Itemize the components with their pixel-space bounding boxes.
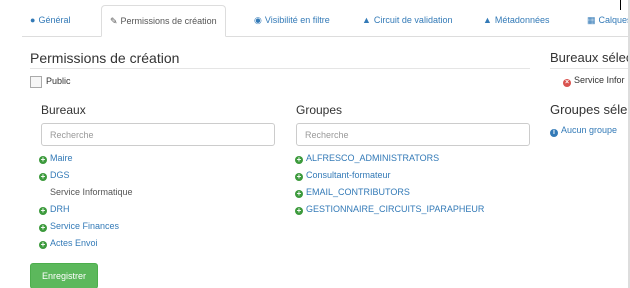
tab-circuit-validation[interactable]: ▲ Circuit de validation	[354, 5, 460, 35]
list-item[interactable]: + Maire	[39, 150, 133, 167]
info-circle-icon: ●	[30, 15, 36, 25]
remove-circle-icon[interactable]: ×	[563, 79, 571, 87]
app-window: ● Général ✎ Permissions de création ◉ Visib…	[0, 0, 630, 288]
selected-bureau-label: Service Infor	[574, 75, 625, 85]
bureaux-search-input[interactable]	[41, 123, 275, 146]
bureaux-title: Bureaux	[41, 103, 86, 117]
right-divider	[550, 68, 630, 69]
tab-calques[interactable]: ▦ Calques	[579, 5, 630, 35]
bureaux-selectionnes-title: Bureaux sélec	[550, 50, 630, 65]
bureaux-list: + Maire + DGS Service Informatique + DRH + S…	[39, 150, 133, 252]
no-group-label: Aucun groupe	[561, 125, 618, 135]
pencil-icon: ✎	[110, 16, 118, 26]
section-divider	[30, 68, 530, 69]
selected-bureau-item[interactable]: × Service Infor	[563, 75, 625, 87]
list-item[interactable]: + Actes Envoi	[39, 235, 133, 252]
bureau-label: Service Informatique	[50, 187, 133, 197]
groupes-list: + ALFRESCO_ADMINISTRATORS + Consultant-for…	[295, 150, 484, 218]
tab-label: Général	[38, 15, 71, 25]
bureau-link[interactable]: Maire	[50, 153, 73, 163]
bureau-link[interactable]: Service Finances	[50, 221, 119, 231]
eye-icon: ◉	[254, 15, 262, 25]
section-title: Permissions de création	[30, 50, 180, 66]
tab-label: Calques	[598, 15, 630, 25]
list-item: Service Informatique	[39, 184, 133, 201]
tab-label: Métadonnées	[494, 15, 550, 25]
plus-circle-icon: +	[295, 189, 303, 198]
tab-metadonnees[interactable]: ▲ Métadonnées	[475, 5, 557, 35]
bureau-link[interactable]: DGS	[50, 170, 70, 180]
list-item[interactable]: + DGS	[39, 167, 133, 184]
tab-label: Permissions de création	[120, 16, 217, 26]
public-label: Public	[46, 76, 71, 86]
save-button[interactable]: Enregistrer	[30, 263, 98, 288]
groupe-link[interactable]: ALFRESCO_ADMINISTRATORS	[306, 153, 439, 163]
sitemap-icon: ▲	[362, 15, 371, 25]
groupes-title: Groupes	[296, 103, 343, 117]
tab-label: Visibilité en filtre	[264, 15, 330, 25]
plus-circle-icon: +	[39, 240, 47, 249]
plus-circle-icon: +	[39, 206, 47, 215]
plus-circle-icon: +	[295, 172, 303, 181]
bureau-link[interactable]: Actes Envoi	[50, 238, 98, 248]
tab-permissions-creation[interactable]: ✎ Permissions de création	[101, 5, 226, 37]
text-cursor	[620, 0, 621, 10]
groupe-link[interactable]: EMAIL_CONTRIBUTORS	[306, 187, 410, 197]
list-item[interactable]: + DRH	[39, 201, 133, 218]
plus-circle-icon: +	[39, 223, 47, 232]
groupes-search-input[interactable]	[296, 123, 530, 146]
plus-circle-icon: +	[39, 155, 47, 164]
bureau-link[interactable]: DRH	[50, 204, 70, 214]
plus-circle-icon: +	[295, 206, 303, 215]
public-checkbox[interactable]	[30, 75, 42, 88]
plus-circle-icon: +	[39, 172, 47, 181]
groupe-link[interactable]: Consultant-formateur	[306, 170, 391, 180]
tab-bar: ● Général ✎ Permissions de création ◉ Visib…	[22, 5, 630, 37]
list-item[interactable]: + Consultant-formateur	[295, 167, 484, 184]
list-item[interactable]: + Service Finances	[39, 218, 133, 235]
list-item[interactable]: + EMAIL_CONTRIBUTORS	[295, 184, 484, 201]
groupes-selectionnes-title: Groupes séle	[550, 102, 628, 117]
tab-visibilite-filtre[interactable]: ◉ Visibilité en filtre	[246, 5, 338, 35]
list-item[interactable]: + ALFRESCO_ADMINISTRATORS	[295, 150, 484, 167]
tab-general[interactable]: ● Général	[22, 5, 78, 35]
plus-circle-icon: +	[295, 155, 303, 164]
tab-label: Circuit de validation	[373, 15, 453, 25]
public-option[interactable]: Public	[30, 75, 71, 89]
groupe-link[interactable]: GESTIONNAIRE_CIRCUITS_IPARAPHEUR	[306, 204, 484, 214]
info-circle-icon: i	[550, 129, 558, 137]
no-group-message: i Aucun groupe	[550, 125, 617, 137]
list-item[interactable]: + GESTIONNAIRE_CIRCUITS_IPARAPHEUR	[295, 201, 484, 218]
sitemap-icon: ▲	[483, 15, 492, 25]
columns-icon: ▦	[587, 15, 596, 25]
